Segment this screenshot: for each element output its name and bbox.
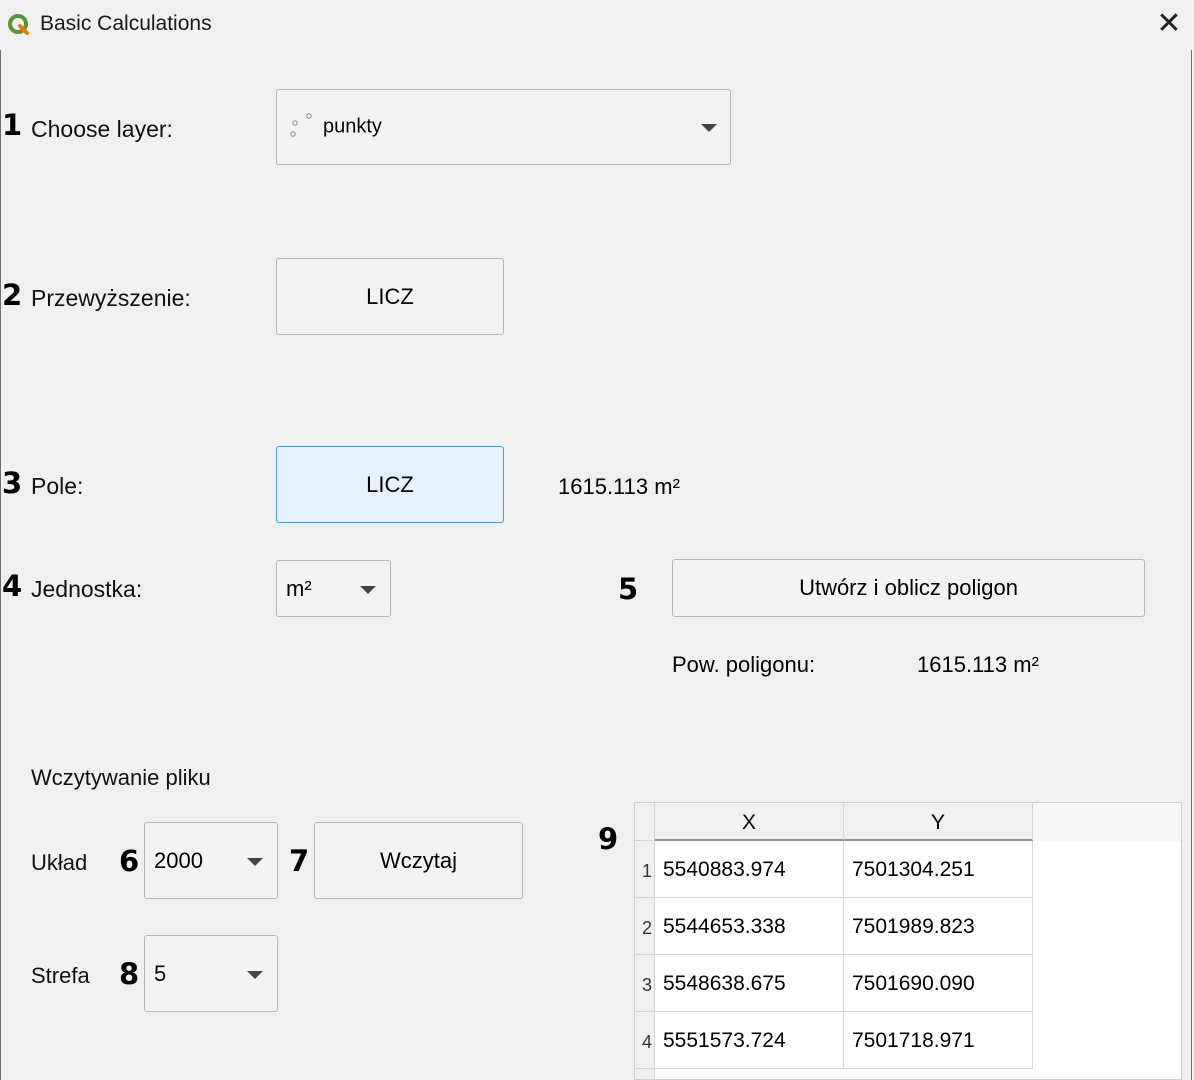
row-header-partial [635, 1069, 655, 1079]
chevron-down-icon [360, 585, 376, 594]
step-number-6: 6 [119, 844, 140, 878]
layer-combobox-value: punkty [323, 115, 382, 138]
unit-combobox[interactable]: m² [276, 560, 391, 617]
step-number-2: 2 [2, 278, 23, 312]
window-title: Basic Calculations [40, 12, 212, 35]
elevation-label: Przewyższenie: [31, 285, 191, 311]
system-label: Układ [31, 850, 88, 875]
row-header[interactable]: 1 [635, 841, 655, 898]
table-cell-x[interactable]: 5544653.338 [655, 898, 844, 955]
chevron-down-icon [247, 970, 263, 979]
step-number-9: 9 [598, 822, 619, 856]
layer-combobox[interactable]: punkty [276, 89, 731, 165]
elevation-calc-button[interactable]: LICZ [276, 258, 504, 335]
qgis-logo-icon [8, 14, 29, 35]
system-combobox[interactable]: 2000 [144, 822, 278, 899]
table-header-row: X Y [635, 803, 1181, 841]
coordinates-table[interactable]: X Y 1 5540883.974 7501304.251 2 5544653.… [634, 802, 1182, 1080]
file-loading-heading: Wczytywanie pliku [31, 765, 211, 790]
zone-combobox-value: 5 [154, 960, 167, 986]
chevron-down-icon [247, 857, 263, 866]
close-icon[interactable]: ✕ [1154, 8, 1184, 40]
point-layer-icon [290, 113, 312, 137]
row-header[interactable]: 4 [635, 1012, 655, 1069]
step-number-3: 3 [2, 466, 23, 500]
table-corner-button[interactable] [635, 803, 655, 841]
zone-combobox[interactable]: 5 [144, 935, 278, 1012]
table-cell-y[interactable]: 7501690.090 [844, 955, 1033, 1012]
table-cell-x[interactable]: 5548638.675 [655, 955, 844, 1012]
table-cell-y[interactable]: 7501718.971 [844, 1012, 1033, 1069]
step-number-1: 1 [2, 108, 23, 142]
system-combobox-value: 2000 [154, 847, 203, 873]
step-number-7: 7 [289, 844, 310, 878]
column-header-y[interactable]: Y [844, 803, 1033, 841]
table-cell-y[interactable]: 7501304.251 [844, 841, 1033, 898]
area-label: Pole: [31, 473, 84, 499]
polygon-area-value: 1615.113 m² [917, 652, 1039, 677]
table-cell-x[interactable]: 5540883.974 [655, 841, 844, 898]
title-bar: Basic Calculations ✕ [0, 0, 1194, 50]
area-calc-button[interactable]: LICZ [276, 446, 504, 523]
area-result: 1615.113 m² [558, 474, 680, 499]
unit-label: Jednostka: [31, 576, 143, 602]
step-number-4: 4 [2, 569, 23, 603]
row-header[interactable]: 2 [635, 898, 655, 955]
zone-label: Strefa [31, 963, 90, 988]
load-file-button[interactable]: Wczytaj [314, 822, 523, 899]
choose-layer-label: Choose layer: [31, 116, 173, 142]
table-cell-y[interactable]: 7501989.823 [844, 898, 1033, 955]
create-polygon-button[interactable]: Utwórz i oblicz poligon [672, 559, 1145, 617]
row-header[interactable]: 3 [635, 955, 655, 1012]
table-cell-x[interactable]: 5551573.724 [655, 1012, 844, 1069]
unit-combobox-value: m² [286, 575, 312, 601]
polygon-area-label: Pow. poligonu: [672, 652, 816, 677]
column-header-x[interactable]: X [655, 803, 844, 841]
step-number-5: 5 [618, 572, 639, 606]
step-number-8: 8 [119, 957, 140, 991]
chevron-down-icon [701, 124, 717, 132]
